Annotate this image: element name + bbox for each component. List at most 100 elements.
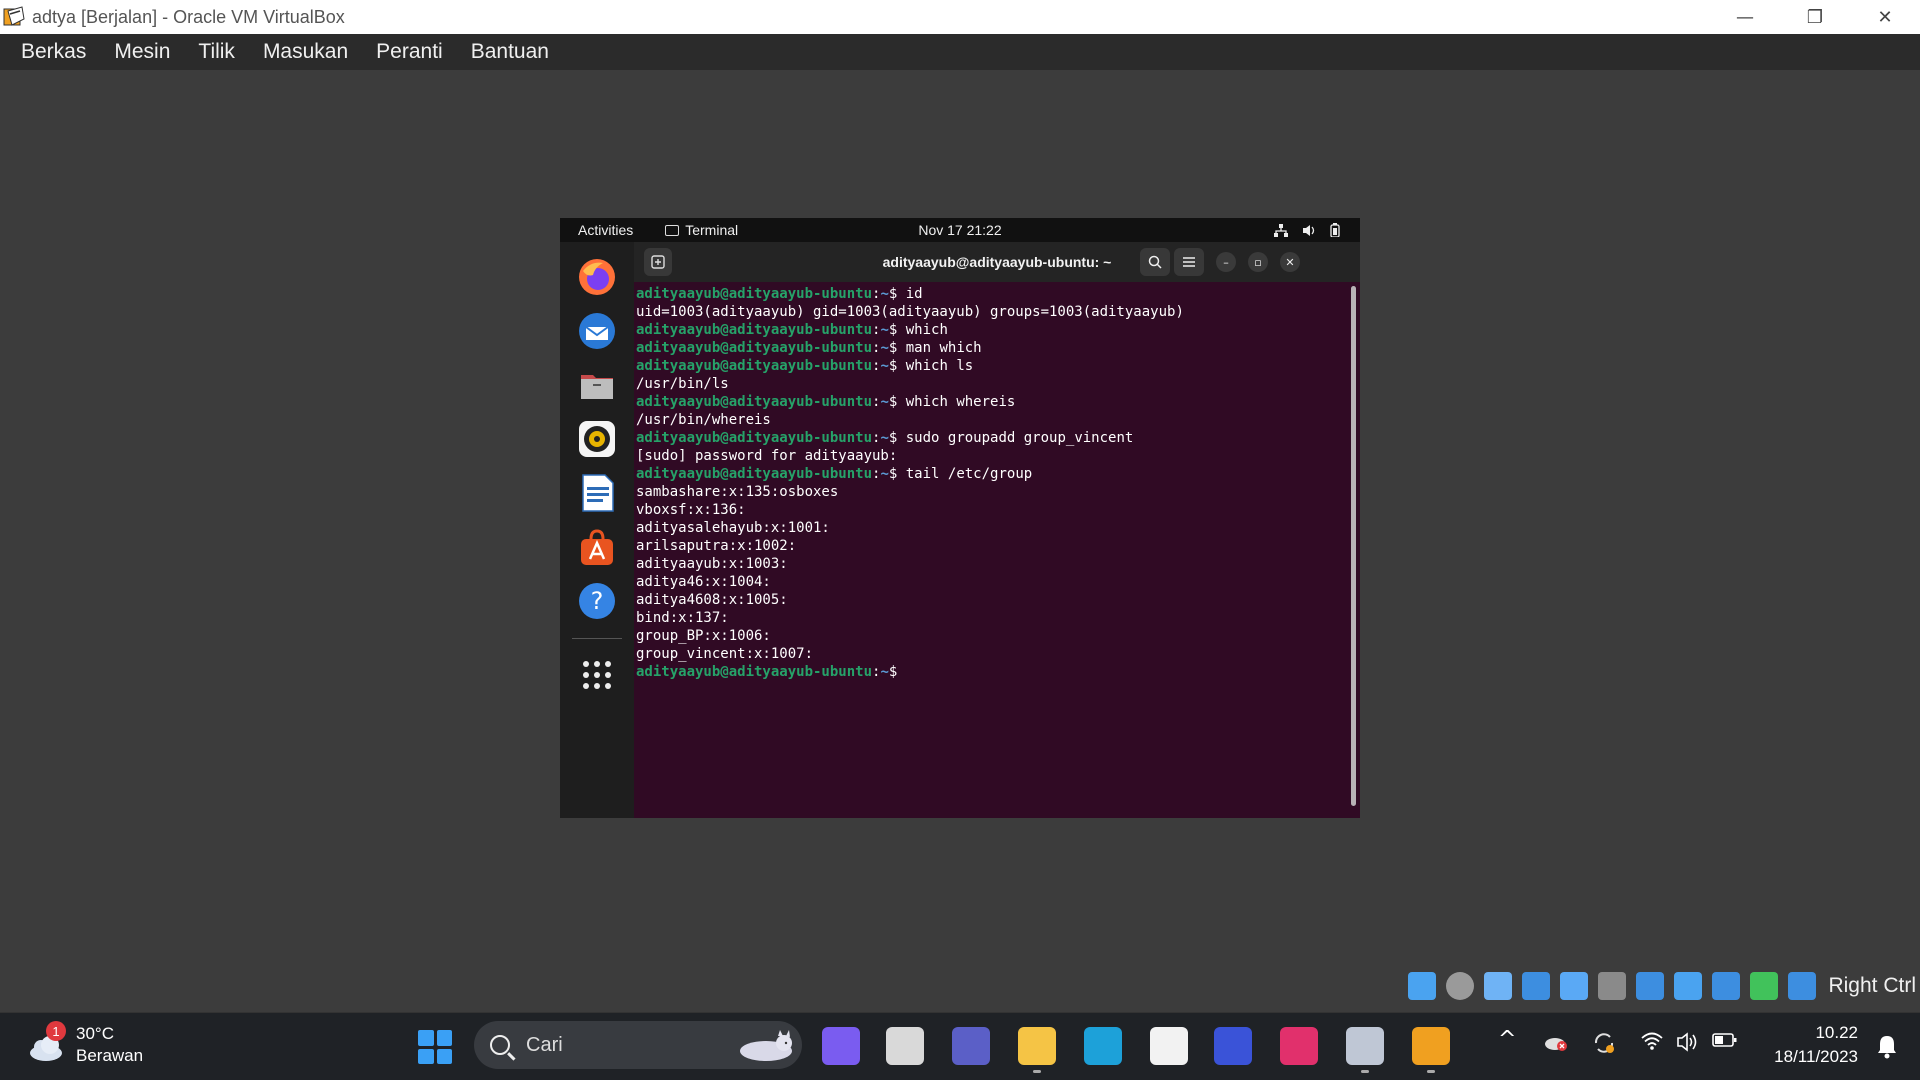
prompt-dollar: $	[888, 430, 906, 446]
weather-widget[interactable]: 1 30°C Berawan	[26, 1021, 144, 1067]
files-icon[interactable]	[574, 362, 620, 408]
prompt-dollar: $	[888, 358, 906, 374]
help-icon[interactable]: ?	[574, 578, 620, 624]
thunderbird-icon[interactable]	[574, 308, 620, 354]
start-button[interactable]	[418, 1030, 452, 1064]
visual-studio-icon[interactable]	[1214, 1027, 1252, 1065]
prompt-user: adityaayub@adityaayub-ubuntu	[636, 466, 873, 482]
virtualbox-manager-icon[interactable]	[1346, 1027, 1384, 1073]
prompt-user: adityaayub@adityaayub-ubuntu	[636, 358, 873, 374]
terminal-output-line: /usr/bin/whereis	[636, 412, 771, 428]
taskbar-clock[interactable]: 10.22 18/11/2023	[1774, 1021, 1858, 1069]
clock-date: 18/11/2023	[1774, 1047, 1858, 1066]
terminal-output[interactable]: adityaayub@adityaayub-ubuntu:~$ id uid=10…	[636, 285, 1336, 810]
shared-folders-icon[interactable]	[1598, 972, 1627, 1000]
hard-disk-icon[interactable]	[1408, 972, 1437, 1000]
libreoffice-writer-icon[interactable]	[574, 470, 620, 516]
notification-bell-icon[interactable]	[1876, 1033, 1898, 1059]
windows-taskbar: 1 30°C Berawan Cari ^ 10.22 18/11/2023	[0, 1012, 1920, 1080]
ubuntu-dock: ?	[560, 242, 634, 818]
teams-chat-icon[interactable]	[952, 1027, 990, 1065]
window-title: adtya [Berjalan] - Oracle VM VirtualBox	[32, 6, 345, 27]
host-key-label[interactable]: Right Ctrl	[1828, 974, 1916, 998]
menu-peranti[interactable]: Peranti	[364, 40, 455, 64]
terminal-command-line: adityaayub@adityaayub-ubuntu:~$ sudo gro…	[636, 429, 1336, 447]
optical-drive-icon[interactable]	[1446, 972, 1475, 1000]
virtualbox-logo-icon	[2, 5, 26, 29]
rhythmbox-icon[interactable]	[574, 416, 620, 462]
minimize-button[interactable]: —	[1710, 0, 1780, 34]
weather-temperature: 30°C	[76, 1024, 114, 1043]
taskbar-search-box[interactable]: Cari	[474, 1021, 802, 1069]
vt-x-icon[interactable]	[1712, 972, 1741, 1000]
terminal-icon	[665, 224, 680, 236]
mouse-integration-icon[interactable]	[1750, 972, 1779, 1000]
display-icon[interactable]	[1636, 972, 1665, 1000]
menu-bantuan[interactable]: Bantuan	[459, 40, 561, 64]
terminal-minimize-button[interactable]: –	[1216, 252, 1236, 272]
keyboard-capture-icon[interactable]	[1788, 972, 1817, 1000]
svg-text:?: ?	[591, 587, 604, 615]
menu-berkas[interactable]: Berkas	[9, 40, 98, 64]
file-explorer-icon[interactable]	[1018, 1027, 1056, 1073]
close-button[interactable]: ✕	[1850, 0, 1920, 34]
cloudy-weather-icon: 1	[26, 1021, 66, 1065]
virtualbox-vm-icon[interactable]	[1412, 1027, 1450, 1073]
prompt-path: ~	[880, 322, 889, 338]
copilot-icon[interactable]	[822, 1027, 860, 1065]
volume-icon	[1303, 224, 1315, 236]
edge-icon[interactable]	[1084, 1027, 1122, 1065]
terminal-command-line: adityaayub@adityaayub-ubuntu:~$ which ls	[636, 357, 1336, 375]
prompt-path: ~	[880, 286, 889, 302]
prompt-dollar: $	[888, 340, 906, 356]
vm-display[interactable]: Activities Terminal Nov 17 21:22 ? adity…	[560, 218, 1360, 818]
sync-icon[interactable]	[1592, 1031, 1616, 1055]
menu-masukan[interactable]: Masukan	[251, 40, 360, 64]
prompt-dollar: $	[888, 322, 906, 338]
search-button[interactable]	[1140, 248, 1170, 276]
terminal-output-line: arilsaputra:x:1002:	[636, 538, 797, 554]
terminal-command-line: adityaayub@adityaayub-ubuntu:~$ which wh…	[636, 393, 1336, 411]
firefox-icon[interactable]	[574, 254, 620, 300]
show-hidden-icons-chevron[interactable]: ^	[1498, 1027, 1516, 1052]
network-icon[interactable]	[1522, 972, 1551, 1000]
activities-button[interactable]: Activities	[578, 222, 633, 238]
restore-button[interactable]: ❐	[1780, 0, 1850, 34]
prompt-path: ~	[880, 466, 889, 482]
hamburger-menu-button[interactable]	[1174, 248, 1204, 276]
host-title-bar: adtya [Berjalan] - Oracle VM VirtualBox …	[0, 0, 1920, 34]
audio-icon[interactable]	[1484, 972, 1513, 1000]
menu-tilik[interactable]: Tilik	[186, 40, 247, 64]
usb-icon[interactable]	[1560, 972, 1589, 1000]
prompt-path: ~	[880, 358, 889, 374]
hamburger-menu-icon	[1183, 257, 1195, 267]
prompt-dollar: $	[888, 466, 906, 482]
task-view-icon[interactable]	[886, 1027, 924, 1065]
windows-logo-icon	[418, 1030, 434, 1046]
microsoft-store-icon[interactable]	[1150, 1027, 1188, 1065]
windows-logo-quad	[436, 1048, 452, 1064]
terminal-maximize-button[interactable]: ▫	[1248, 252, 1268, 272]
app-menu-terminal[interactable]: Terminal	[665, 222, 738, 238]
terminal-output-line: group_BP:x:1006:	[636, 628, 771, 644]
terminal-scrollbar[interactable]	[1351, 286, 1356, 806]
terminal-command-line: adityaayub@adityaayub-ubuntu:~$ which	[636, 321, 1336, 339]
battery-charging-icon[interactable]	[1712, 1031, 1738, 1049]
terminal-close-button[interactable]: ✕	[1280, 252, 1300, 272]
onedrive-error-icon[interactable]	[1543, 1031, 1569, 1053]
system-status-area[interactable]	[1274, 218, 1340, 242]
recording-icon[interactable]	[1674, 972, 1703, 1000]
prompt-dollar: $	[888, 664, 906, 680]
command-text: id	[905, 286, 923, 302]
weather-description: Berawan	[76, 1046, 144, 1065]
wifi-icon[interactable]	[1640, 1031, 1664, 1051]
terminal-window[interactable]: adityaayub@adityaayub-ubuntu: ~ – ▫ ✕ ad…	[634, 242, 1360, 818]
clock-time: 10.22	[1815, 1023, 1858, 1042]
menu-mesin[interactable]: Mesin	[102, 40, 182, 64]
terminal-output-line: /usr/bin/ls	[636, 376, 729, 392]
speaker-icon[interactable]	[1676, 1031, 1700, 1053]
instagram-icon[interactable]	[1280, 1027, 1318, 1065]
terminal-output-line: aditya4608:x:1005:	[636, 592, 788, 608]
show-apps-grid-icon[interactable]	[574, 652, 620, 698]
app-center-icon[interactable]	[574, 524, 620, 570]
